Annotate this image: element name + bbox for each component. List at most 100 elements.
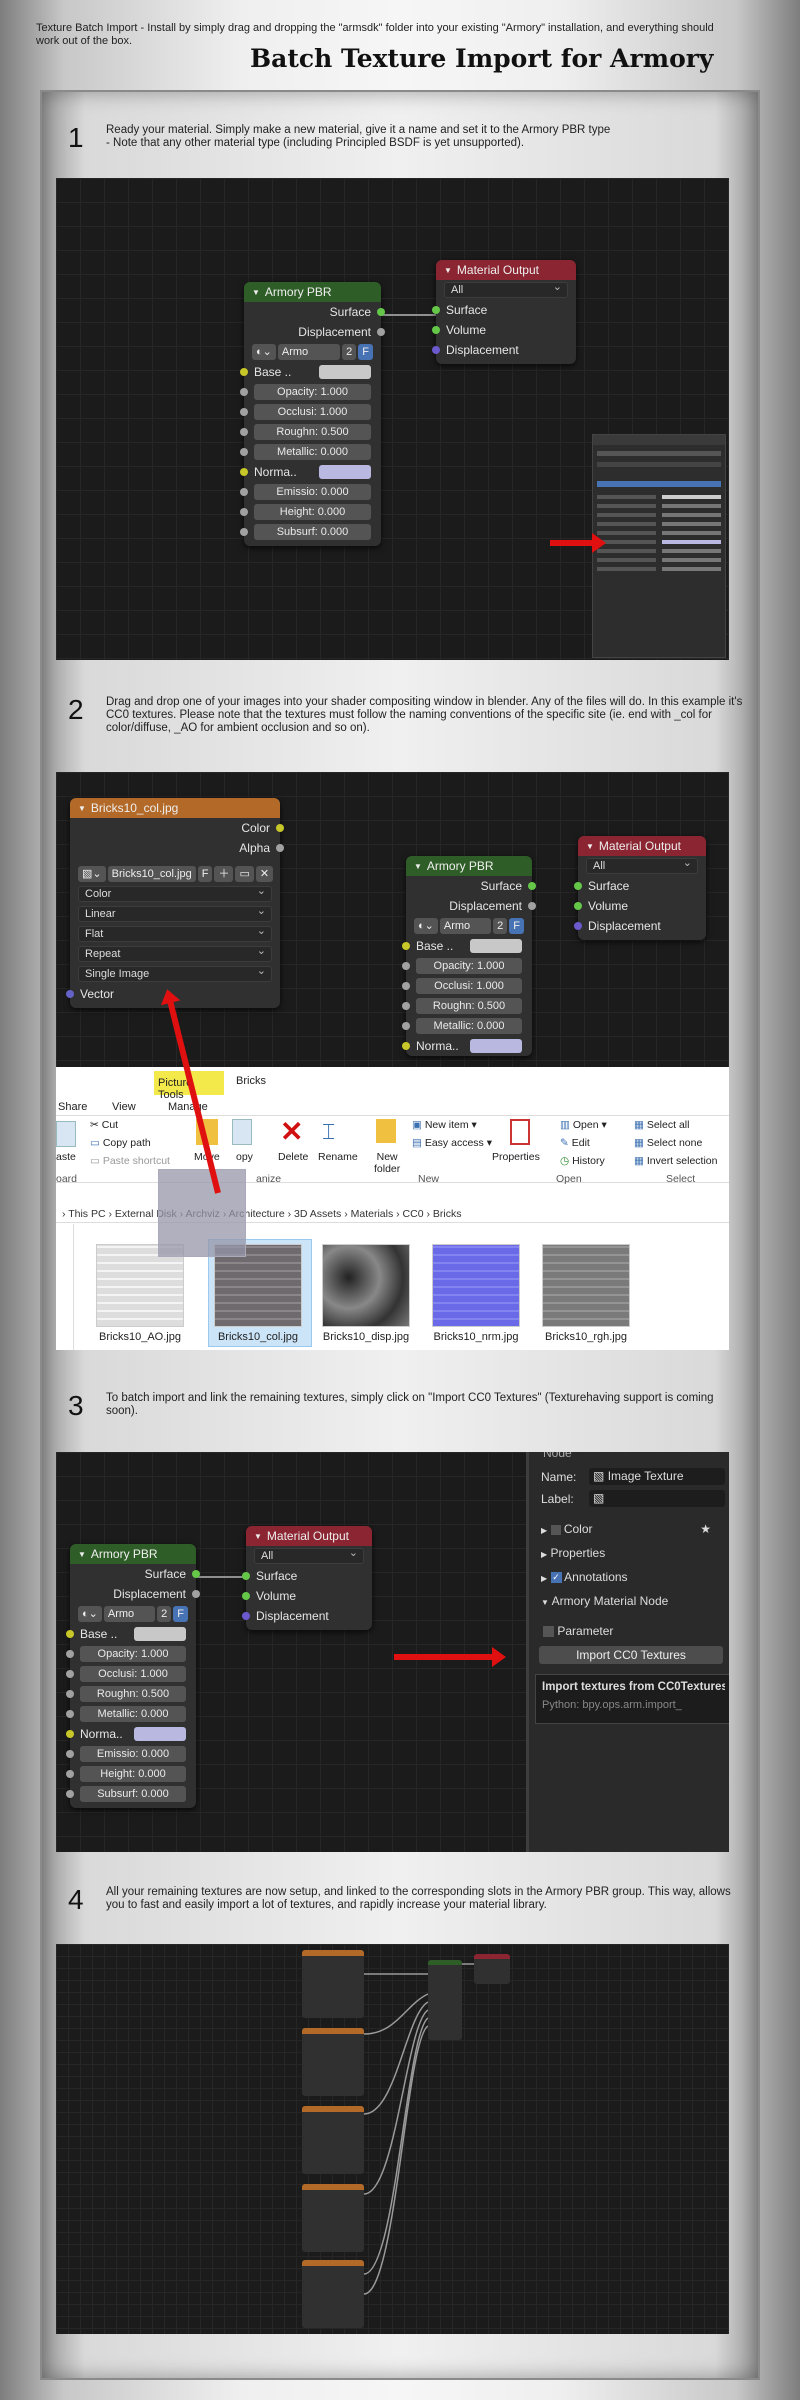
occlusion-field[interactable]: Occlusi: 1.000 [254, 404, 371, 420]
height-field[interactable]: Height: 0.000 [80, 1766, 186, 1782]
socket-input[interactable] [432, 346, 440, 354]
interpolation-dropdown[interactable]: Linear [78, 904, 272, 922]
occlusion-field[interactable]: Occlusi: 1.000 [416, 978, 522, 994]
file-name[interactable]: Bricks10_col.jpg [203, 1331, 313, 1343]
socket-input[interactable] [432, 326, 440, 334]
target-dropdown[interactable]: All [444, 280, 568, 298]
history-button[interactable]: ◷ History [560, 1155, 605, 1167]
properties-icon[interactable] [510, 1119, 530, 1145]
select-all-button[interactable]: ▦ Select all [634, 1119, 689, 1131]
tab-view[interactable]: View [112, 1101, 136, 1113]
copy-to-icon[interactable] [232, 1119, 252, 1145]
material-selector[interactable]: ◐⌄ Armo 2 F [78, 1606, 188, 1622]
label-field[interactable]: ▧ [589, 1490, 725, 1507]
image-selector[interactable]: ▧⌄ Bricks10_col.jpg F ＋ ▭ ✕ [78, 866, 274, 882]
socket-output[interactable] [528, 882, 536, 890]
edit-button[interactable]: ✎ Edit [560, 1137, 590, 1149]
material-icon[interactable]: ◐⌄ [252, 344, 276, 360]
properties-section[interactable]: ▶ Properties [541, 1546, 605, 1560]
fake-user-button[interactable]: F [197, 866, 213, 882]
file-name[interactable]: Bricks10_rgh.jpg [531, 1331, 641, 1343]
image-name[interactable]: Bricks10_col.jpg [107, 866, 196, 882]
tab-share[interactable]: Share [58, 1101, 87, 1113]
rename-icon[interactable]: ⌶ [322, 1119, 335, 1145]
extension-dropdown[interactable]: Repeat [78, 944, 272, 962]
roughness-field[interactable]: Roughn: 0.500 [254, 424, 371, 440]
invert-selection-button[interactable]: ▦ Invert selection [634, 1155, 717, 1167]
material-selector[interactable]: ◐⌄ Armo 2 F [252, 344, 373, 360]
socket-input[interactable] [402, 942, 410, 950]
base-color-swatch[interactable] [134, 1627, 186, 1641]
open-button[interactable]: ▥ Open ▾ [560, 1119, 607, 1131]
select-none-button[interactable]: ▦ Select none [634, 1137, 702, 1149]
projection-dropdown[interactable]: Flat [78, 924, 272, 942]
node-header[interactable]: ▼ Armory PBR [406, 856, 532, 876]
node-header[interactable]: ▼ Armory PBR [244, 282, 381, 302]
new-folder-button[interactable]: New folder [374, 1151, 400, 1175]
file-name[interactable]: Bricks10_AO.jpg [85, 1331, 195, 1343]
metallic-field[interactable]: Metallic: 0.000 [254, 444, 371, 460]
thumbnail-nrm[interactable] [432, 1244, 520, 1327]
address-bar[interactable]: › This PC › External Disk › Archviz › Ar… [56, 1205, 729, 1223]
open-folder-icon[interactable]: ▭ [235, 866, 254, 882]
image-icon[interactable]: ▧⌄ [78, 866, 106, 882]
normal-swatch[interactable] [134, 1727, 186, 1741]
paste-button[interactable]: aste [56, 1151, 76, 1163]
socket-output[interactable] [192, 1570, 200, 1578]
node-header[interactable]: ▼ Material Output [246, 1526, 372, 1546]
cut-button[interactable]: ✂ Cut [90, 1119, 118, 1131]
occlusion-field[interactable]: Occlusi: 1.000 [80, 1666, 186, 1682]
material-name[interactable]: Armo [277, 344, 341, 360]
metallic-field[interactable]: Metallic: 0.000 [80, 1706, 186, 1722]
socket-input[interactable] [240, 388, 248, 396]
socket-output[interactable] [377, 328, 385, 336]
thumbnail-disp[interactable] [322, 1244, 410, 1327]
properties-button[interactable]: Properties [492, 1151, 540, 1163]
socket-output[interactable] [528, 902, 536, 910]
armory-section[interactable]: ▼ Armory Material Node [541, 1594, 668, 1608]
socket-input[interactable] [240, 528, 248, 536]
target-dropdown[interactable]: All [254, 1546, 364, 1564]
base-color-swatch[interactable] [470, 939, 522, 953]
node-header[interactable]: ▼ Material Output [578, 836, 706, 856]
roughness-field[interactable]: Roughn: 0.500 [80, 1686, 186, 1702]
emission-field[interactable]: Emissio: 0.000 [80, 1746, 186, 1762]
easy-access-button[interactable]: ▤ Easy access ▾ [412, 1137, 492, 1149]
thumbnail-rgh[interactable] [542, 1244, 630, 1327]
import-cc0-textures-button[interactable]: Import CC0 Textures [539, 1646, 723, 1664]
socket-input[interactable] [240, 408, 248, 416]
socket-input[interactable] [240, 508, 248, 516]
emission-field[interactable]: Emissio: 0.000 [254, 484, 371, 500]
copy-path-button[interactable]: ▭ Copy path [90, 1137, 151, 1149]
normal-swatch[interactable] [470, 1039, 522, 1053]
socket-input[interactable] [240, 428, 248, 436]
socket-output[interactable] [276, 824, 284, 832]
normal-swatch[interactable] [319, 465, 371, 479]
armory-pbr-node[interactable]: ▼ Armory PBR Surface Displacement ◐⌄ Armo 2… [66, 1544, 200, 1808]
socket-output[interactable] [377, 308, 385, 316]
file-name[interactable]: Bricks10_disp.jpg [311, 1331, 421, 1343]
source-dropdown[interactable]: Single Image [78, 964, 272, 982]
socket-output[interactable] [192, 1590, 200, 1598]
base-color-swatch[interactable] [319, 365, 371, 379]
socket-input[interactable] [66, 990, 74, 998]
material-output-node[interactable]: ▼Material Output All Surface Volume Disp… [242, 1526, 372, 1630]
new-image-icon[interactable]: ＋ [214, 866, 234, 882]
paste-shortcut-button[interactable]: ▭ Paste shortcut [90, 1155, 170, 1167]
paste-icon[interactable] [56, 1121, 76, 1147]
socket-input[interactable] [240, 468, 248, 476]
delete-icon[interactable]: ✕ [280, 1115, 303, 1148]
material-output-node[interactable]: ▼Material Output All Surface Volume Disp… [574, 836, 706, 940]
annotations-section[interactable]: ▶ ✓ Annotations [541, 1570, 628, 1584]
close-icon[interactable]: ✕ [255, 866, 274, 882]
armory-pbr-node[interactable]: ▼ Armory PBR Surface Displacement ◐⌄ Armo 2… [240, 282, 385, 546]
file-name[interactable]: Bricks10_nrm.jpg [421, 1331, 531, 1343]
subsurface-field[interactable]: Subsurf: 0.000 [80, 1786, 186, 1802]
tab-manage[interactable]: Manage [168, 1101, 208, 1113]
node-header[interactable]: ▼ Armory PBR [70, 1544, 196, 1564]
image-texture-node[interactable]: ▼ Bricks10_col.jpg Color Alpha ▧⌄ Bricks10… [66, 798, 284, 1008]
socket-output[interactable] [276, 844, 284, 852]
node-header[interactable]: ▼ Bricks10_col.jpg [70, 798, 280, 818]
color-section[interactable]: ▶ Color ★ [541, 1522, 721, 1536]
material-output-node[interactable]: ▼Material Output All Surface Volume Disp… [432, 260, 576, 364]
